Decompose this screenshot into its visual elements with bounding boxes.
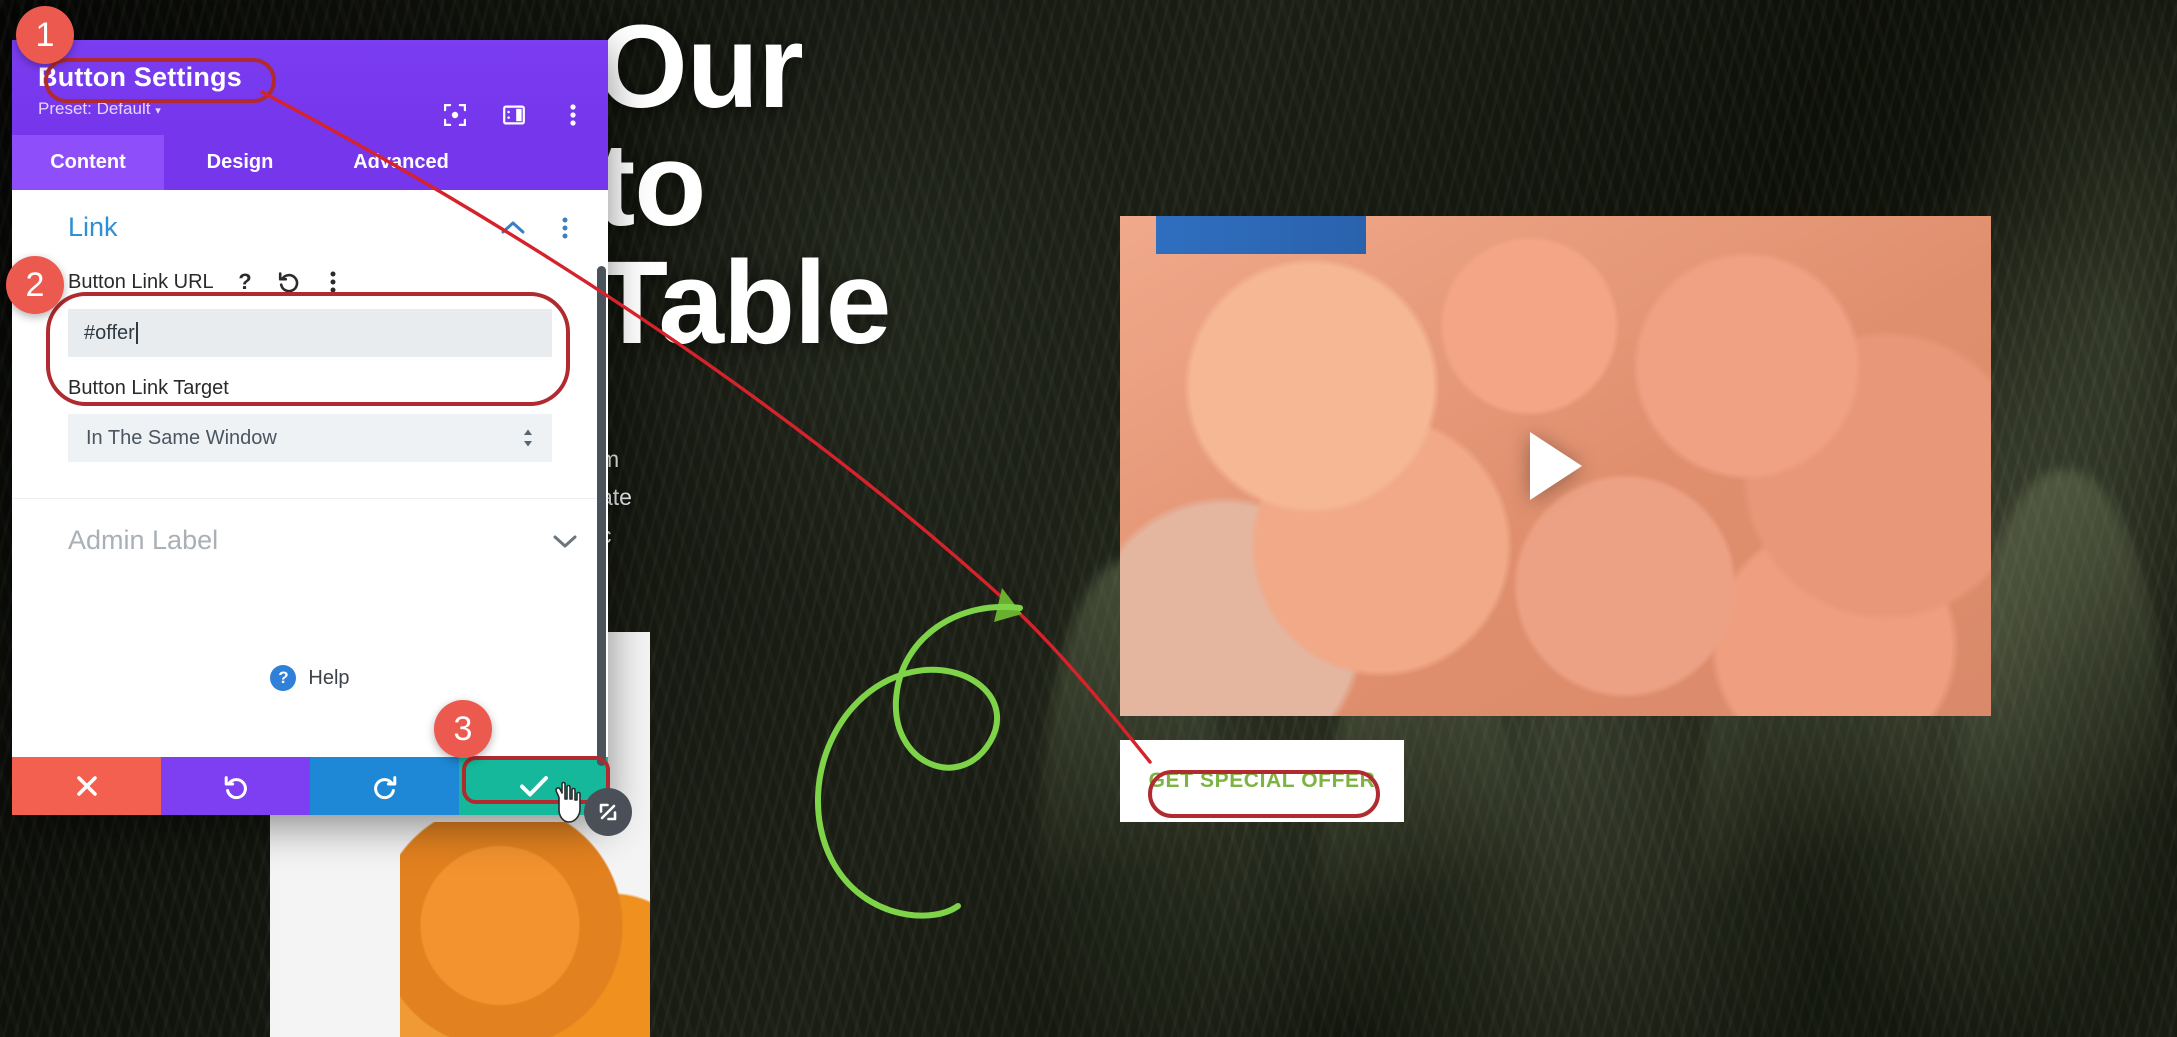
button-link-target-field: Button Link Target In The Same Window: [12, 357, 608, 462]
url-input-value: #offer: [84, 321, 135, 344]
help-row[interactable]: ? Help: [12, 665, 608, 691]
reset-arrow-icon[interactable]: [276, 269, 302, 295]
more-vertical-icon[interactable]: [552, 215, 578, 241]
panel-action-bar: [12, 757, 608, 815]
link-section-header: Link: [12, 190, 608, 249]
stepper-arrows-icon: [522, 428, 534, 449]
step-badge-2: 2: [6, 256, 64, 314]
get-special-offer-button[interactable]: GET SPECIAL OFFER: [1149, 769, 1376, 793]
panel-tabs: Content Design Advanced: [12, 135, 608, 190]
undo-button[interactable]: [161, 757, 310, 815]
screenshot-root: Our to Table m ate c GET SPECIAL OFFER B…: [0, 0, 2177, 1037]
hero-heading: Our to Table: [596, 8, 1016, 362]
hero-line-3: Table: [596, 237, 891, 369]
play-icon[interactable]: [1529, 432, 1582, 500]
section-title-link: Link: [68, 212, 118, 242]
help-icon: ?: [270, 665, 297, 691]
offer-button-module: GET SPECIAL OFFER: [1120, 740, 1404, 822]
button-link-target-label: Button Link Target: [68, 377, 229, 399]
chevron-down-icon: ▾: [155, 105, 161, 117]
mouse-cursor-icon: [555, 781, 581, 823]
question-mark-icon[interactable]: ?: [232, 269, 258, 295]
url-label-row: Button Link URL ?: [68, 269, 552, 295]
focus-icon[interactable]: [442, 102, 468, 128]
hero-line-1: Our: [596, 1, 804, 133]
button-link-url-field: Button Link URL ? #offer: [12, 249, 608, 357]
video-module[interactable]: [1120, 216, 1991, 716]
chevron-up-icon[interactable]: [500, 215, 526, 241]
redo-button[interactable]: [310, 757, 459, 815]
target-label-row: Button Link Target: [68, 377, 552, 400]
preset-label: Preset: Default: [38, 99, 151, 118]
button-settings-panel: Button Settings Preset: Default ▾ Conten…: [12, 40, 608, 815]
svg-text:?: ?: [238, 270, 251, 294]
cancel-button[interactable]: [12, 757, 161, 815]
target-select-value: In The Same Window: [86, 426, 277, 449]
text-cursor: [135, 322, 138, 344]
help-label: Help: [308, 666, 350, 689]
button-link-target-select[interactable]: In The Same Window: [68, 414, 552, 462]
admin-label-title: Admin Label: [68, 525, 219, 555]
step-badge-3: 3: [434, 700, 492, 758]
more-vertical-icon[interactable]: [320, 269, 346, 295]
panel-body: Link Button Link URL ? #offer Button Lin…: [12, 190, 608, 757]
tab-advanced[interactable]: Advanced: [316, 135, 486, 190]
layout-icon[interactable]: [501, 102, 527, 128]
step-badge-1: 1: [16, 6, 74, 64]
chevron-down-icon[interactable]: [552, 528, 578, 554]
tab-content[interactable]: Content: [12, 135, 164, 190]
admin-label-accordion[interactable]: Admin Label: [12, 499, 608, 556]
resize-diagonal-icon[interactable]: [584, 788, 632, 836]
panel-header-icons: [442, 102, 586, 128]
tab-design[interactable]: Design: [164, 135, 316, 190]
button-link-url-input[interactable]: #offer: [68, 309, 552, 357]
hero-line-2: to: [596, 119, 706, 251]
panel-header: Button Settings Preset: Default ▾: [12, 40, 608, 135]
panel-title: Button Settings: [38, 62, 242, 92]
section-header-icons: [500, 215, 578, 241]
panel-scrollbar[interactable]: [597, 266, 606, 766]
button-link-url-label: Button Link URL: [68, 270, 214, 293]
more-vertical-icon[interactable]: [560, 102, 586, 128]
